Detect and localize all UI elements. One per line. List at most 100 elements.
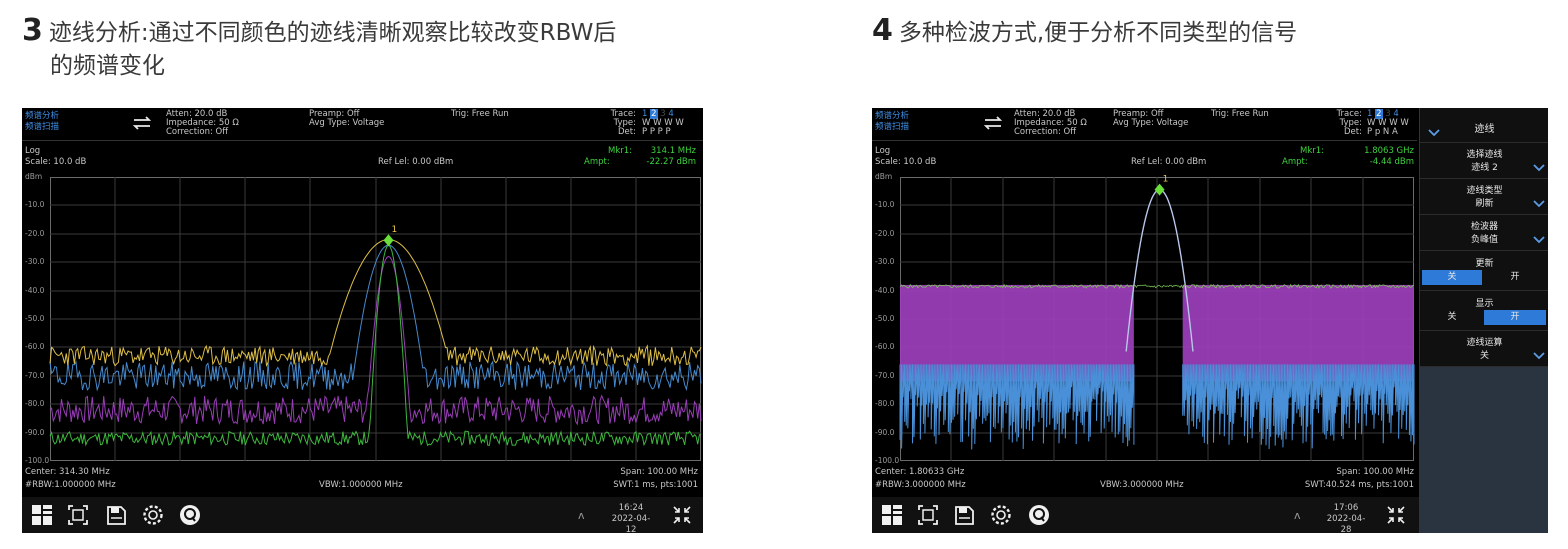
marker-ampt-value: -22.27 dBm [646,157,696,167]
rbw-label[interactable]: #RBW:3.000000 MHz [875,480,966,490]
lock-indicator-icon: ᴧ [578,509,585,522]
analyzer-screen-2: 频谱分析 频谱扫描 Atten: 20.0 dB Impedance: 50 Ω… [872,108,1548,533]
y-tick-label: -30.0 [25,257,45,267]
trace-type-value: 刷新 [1475,199,1494,209]
y-tick-label: -40.0 [25,285,45,295]
clock-date: 2022-04-28 [1326,514,1366,533]
marker-diamond[interactable] [383,234,394,247]
span-label[interactable]: Span: 100.00 MHz [582,467,698,477]
apps-grid-icon[interactable] [30,503,54,527]
screenshot-icon[interactable] [916,503,940,527]
marker-freq-value: 1.8063 GHz [1364,146,1414,156]
panel-divider [1420,290,1548,291]
left-heading-line1: 迹线分析:通过不同颜色的迹线清晰观察比较改变RBW后 [48,20,617,46]
chevron-down-icon [1533,157,1545,172]
ref-level-label: Ref Lel: 0.00 dBm [1131,157,1207,167]
span-label[interactable]: Span: 100.00 MHz [1292,467,1414,477]
chevron-down-icon [1533,345,1545,360]
mode-sub-label[interactable]: 频谱扫描 [25,122,59,132]
fullscreen-icon[interactable] [670,503,694,527]
panel-title: 迹线 [1474,124,1495,135]
clock-time: 17:06 [1333,503,1359,513]
apps-grid-icon[interactable] [880,503,904,527]
trace-type-label: 迹线类型 [1466,186,1503,196]
y-tick-label: -30.0 [875,257,895,267]
trace-settings-panel: 迹线 选择迹线 迹线 2 迹线类型 刷新 检波器 负峰值 更新 关 开 显示 关… [1419,108,1548,533]
mode-label[interactable]: 频谱分析 [875,111,909,121]
select-trace-button[interactable]: 选择迹线 迹线 2 [1420,143,1548,177]
y-tick-label: -80.0 [875,399,895,409]
display-off-toggle[interactable]: 关 [1422,310,1482,325]
y-tick-label: -80.0 [25,399,45,409]
correction-text: Correction: Off [1014,127,1077,137]
right-heading-line1: 多种检波方式,便于分析不同类型的信号 [898,20,1298,46]
y-tick-label: -10.0 [25,200,45,210]
mode-label[interactable]: 频谱分析 [25,111,59,121]
y-unit-label: dBm [875,172,893,181]
chevron-down-icon [1533,229,1545,244]
center-freq-label[interactable]: Center: 314.30 MHz [25,467,110,477]
rbw-label[interactable]: #RBW:1.000000 MHz [25,480,116,490]
settings-gear-icon[interactable] [141,503,165,527]
trace-blue-noise [1182,364,1415,450]
swap-icon[interactable] [131,114,153,132]
y-tick-label: -70.0 [25,370,45,380]
marker-diamond[interactable] [1154,183,1165,196]
trace-type-button[interactable]: 迹线类型 刷新 [1420,179,1548,213]
taskbar: ᴧ 17:06 2022-04-28 [872,497,1419,533]
update-off-toggle[interactable]: 关 [1422,270,1482,285]
detector-value: 负峰值 [1470,235,1498,245]
save-file-icon[interactable] [952,503,976,527]
save-file-icon[interactable] [104,503,128,527]
y-tick-label: -10.0 [875,200,895,210]
settings-gear-icon[interactable] [989,503,1013,527]
trace-math-value: 关 [1479,351,1489,361]
avg-type-text: Avg Type: Voltage [309,118,385,128]
trig-text: Trig: Free Run [451,109,509,119]
detector-label: 检波器 [1470,222,1498,232]
header-divider [22,140,703,141]
swt-label[interactable]: SWT:40.524 ms, pts:1001 [1272,480,1414,490]
vbw-label[interactable]: VBW:1.000000 MHz [319,480,403,490]
y-unit-label: dBm [25,172,43,181]
y-tick-label: -70.0 [875,370,895,380]
clock: 17:06 2022-04-28 [1322,503,1370,533]
help-icon[interactable] [178,503,202,527]
y-tick-label: -60.0 [875,342,895,352]
trace-plot: 1 [49,177,702,461]
left-heading: 3 迹线分析:通过不同颜色的迹线清晰观察比较改变RBW后 的频谱变化 [22,14,616,83]
y-tick-label: -20.0 [875,228,895,238]
swt-label[interactable]: SWT:1 ms, pts:1001 [562,480,698,490]
trace-math-button[interactable]: 迹线运算 关 [1420,331,1548,365]
select-trace-label: 选择迹线 [1466,150,1503,160]
marker-ampt-value: -4.44 dBm [1369,157,1414,167]
select-trace-value: 迹线 2 [1471,163,1498,173]
right-heading: 4 多种检波方式,便于分析不同类型的信号 [872,14,1297,50]
scale-label: Scale: 10.0 dB [25,157,87,167]
vbw-label[interactable]: VBW:3.000000 MHz [1100,480,1184,490]
fullscreen-icon[interactable] [1384,503,1408,527]
log-label: Log [875,146,891,156]
trace-math-label: 迹线运算 [1466,338,1503,348]
trig-text: Trig: Free Run [1211,109,1269,119]
y-tick-label: -40.0 [875,285,895,295]
display-on-toggle[interactable]: 开 [1484,310,1546,325]
taskbar: ᴧ 16:24 2022-04-12 [22,497,703,533]
swap-icon[interactable] [982,114,1004,132]
marker-freq-label: Mkr1: [608,146,633,156]
panel-empty-area [1420,367,1548,533]
lock-indicator-icon: ᴧ [1294,509,1301,522]
det-label: Det: [1344,127,1362,137]
marker-freq-value: 314.1 MHz [650,146,696,156]
scale-label: Scale: 10.0 dB [875,157,937,167]
help-icon[interactable] [1027,503,1051,527]
marker-ampt-label: Ampt: [1282,157,1308,167]
update-label: 更新 [1475,259,1494,269]
screenshot-icon[interactable] [66,503,90,527]
center-freq-label[interactable]: Center: 1.80633 GHz [875,467,964,477]
mode-sub-label[interactable]: 频谱扫描 [875,122,909,132]
correction-text: Correction: Off [166,127,229,137]
detector-button[interactable]: 检波器 负峰值 [1420,215,1548,249]
update-on-toggle[interactable]: 开 [1484,270,1546,285]
det-values: P p N A [1367,127,1398,137]
